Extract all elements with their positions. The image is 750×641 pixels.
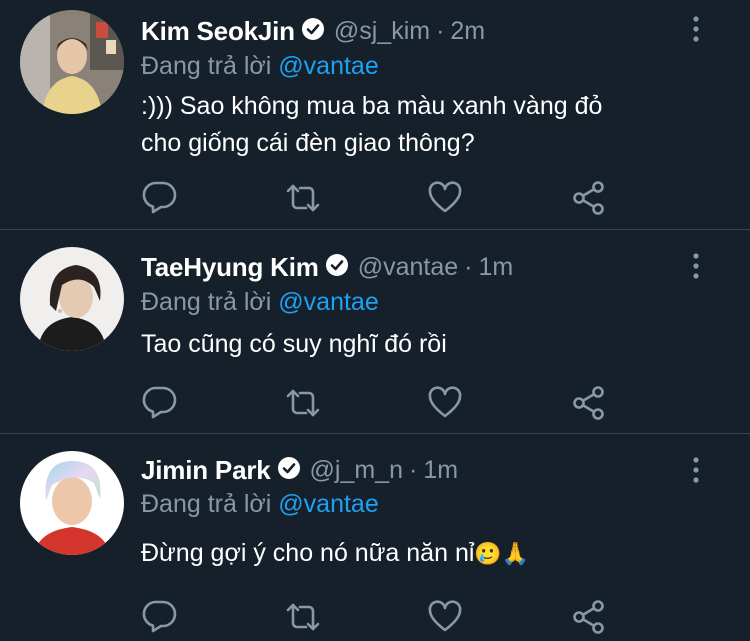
user-handle[interactable]: @sj_kim: [334, 17, 430, 46]
reply-mention-link[interactable]: @vantae: [278, 52, 378, 80]
separator-dot: ·: [436, 16, 445, 45]
share-icon[interactable]: [571, 180, 607, 216]
tweet-text-line: cho giống cái đèn giao thông?: [141, 129, 475, 157]
avatar[interactable]: [20, 247, 124, 351]
tweet-header: Kim SeokJin @sj_kim · 2m: [141, 13, 485, 49]
verified-badge-icon: [301, 17, 325, 46]
reply-icon[interactable]: [141, 597, 177, 633]
avatar[interactable]: [20, 451, 124, 555]
display-name[interactable]: Jimin Park: [141, 455, 271, 486]
tweet-text-line: Tao cũng có suy nghĩ đó rồi: [141, 330, 447, 358]
tweet-text: :))) Sao không mua ba màu xanh vàng đỏ c…: [141, 88, 701, 162]
separator-dot: ·: [409, 455, 418, 484]
reply-prefix: Đang trả lời: [141, 288, 272, 316]
heart-icon[interactable]: [427, 180, 463, 216]
tweet-header: Jimin Park @j_m_n · 1m: [141, 452, 458, 488]
share-icon[interactable]: [571, 385, 607, 421]
emoji: 🥲🙏: [474, 541, 530, 566]
avatar[interactable]: [20, 10, 124, 114]
timestamp[interactable]: 2m: [450, 17, 485, 46]
retweet-icon[interactable]: [285, 599, 321, 635]
heart-icon[interactable]: [427, 385, 463, 421]
reply-mention-link[interactable]: @vantae: [278, 288, 378, 316]
replying-to-line: Đang trả lời @vantae: [141, 288, 379, 317]
tweet[interactable]: TaeHyung Kim @vantae · 1m Đang trả lời @…: [0, 230, 750, 434]
reply-prefix: Đang trả lời: [141, 490, 272, 518]
reply-mention-link[interactable]: @vantae: [278, 490, 378, 518]
tweet-text-line: Đừng gợi ý cho nó nữa năn nỉ: [141, 539, 475, 567]
tweet[interactable]: Kim SeokJin @sj_kim · 2m Đang trả lời @v…: [0, 0, 750, 230]
share-icon[interactable]: [571, 599, 607, 635]
tweet-text-line: :))) Sao không mua ba màu xanh vàng đỏ: [141, 92, 603, 120]
display-name[interactable]: TaeHyung Kim: [141, 252, 319, 283]
replying-to-line: Đang trả lời @vantae: [141, 490, 379, 519]
tweet-text: Đừng gợi ý cho nó nữa năn nỉ🥲🙏: [141, 535, 701, 572]
reply-icon[interactable]: [141, 383, 177, 419]
replying-to-line: Đang trả lời @vantae: [141, 52, 379, 81]
verified-badge-icon: [277, 456, 301, 485]
retweet-icon[interactable]: [285, 180, 321, 216]
tweet[interactable]: Jimin Park @j_m_n · 1m Đang trả lời @van…: [0, 434, 750, 641]
reply-prefix: Đang trả lời: [141, 52, 272, 80]
display-name[interactable]: Kim SeokJin: [141, 16, 295, 47]
more-vertical-icon[interactable]: [688, 252, 704, 280]
heart-icon[interactable]: [427, 599, 463, 635]
timestamp[interactable]: 1m: [478, 253, 513, 282]
tweet-text: Tao cũng có suy nghĩ đó rồi: [141, 326, 701, 363]
tweet-header: TaeHyung Kim @vantae · 1m: [141, 249, 513, 285]
separator-dot: ·: [464, 252, 473, 281]
retweet-icon[interactable]: [285, 385, 321, 421]
user-handle[interactable]: @j_m_n: [310, 456, 403, 485]
verified-badge-icon: [325, 253, 349, 282]
more-vertical-icon[interactable]: [688, 456, 704, 484]
more-vertical-icon[interactable]: [688, 15, 704, 43]
reply-icon[interactable]: [141, 178, 177, 214]
user-handle[interactable]: @vantae: [358, 253, 458, 282]
timestamp[interactable]: 1m: [423, 456, 458, 485]
